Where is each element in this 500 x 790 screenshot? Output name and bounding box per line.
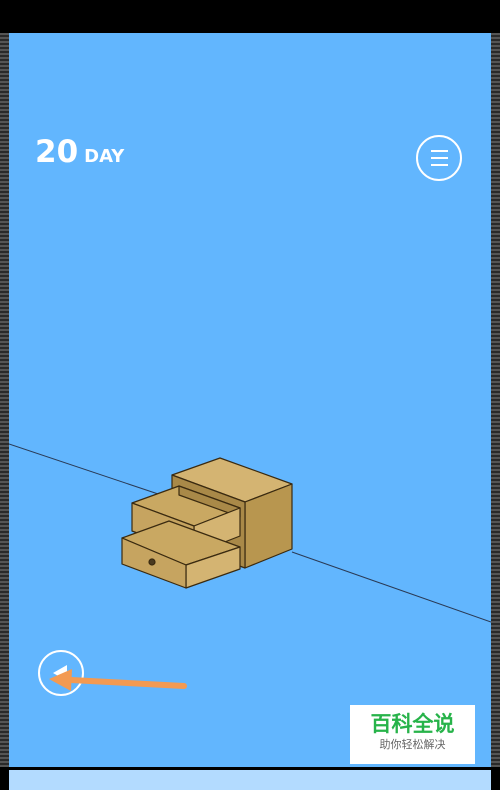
watermark-subtitle: 助你轻松解决 — [379, 738, 446, 751]
right-edge-texture — [491, 33, 500, 767]
back-triangle-icon — [53, 665, 67, 681]
lower-drawer-knob[interactable] — [148, 558, 156, 566]
watermark-title: 百科全说 — [370, 712, 455, 736]
watermark-logo: 百科全说 助你轻松解决 — [350, 705, 475, 764]
day-label: DAY — [84, 146, 125, 167]
drawer-cabinet[interactable] — [121, 457, 293, 589]
left-edge-texture — [0, 33, 9, 767]
back-button[interactable] — [38, 650, 84, 696]
day-number: 20 — [35, 134, 79, 170]
day-counter: 20 DAY — [35, 134, 124, 170]
game-stage: 20 DAY 百科全说 助你轻松解决 — [9, 33, 491, 767]
game-screen: 20 DAY 百科全说 助你轻松解决 — [0, 0, 500, 790]
wall-edge-line-right — [291, 551, 491, 623]
menu-button[interactable] — [416, 135, 462, 181]
bottom-panel — [9, 770, 491, 790]
